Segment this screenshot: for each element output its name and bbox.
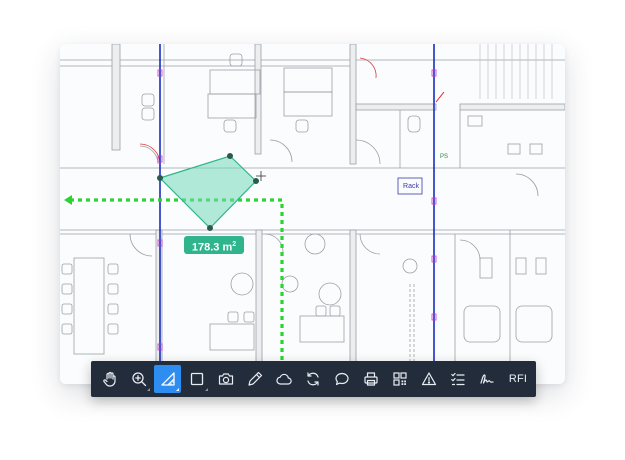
checklist-tool-button[interactable] <box>444 365 471 393</box>
area-value: 178.3 m <box>191 241 233 254</box>
rack-label: Rack <box>403 183 419 190</box>
qr-tool-button[interactable] <box>386 365 413 393</box>
qr-code-icon <box>392 372 407 386</box>
ruler-triangle-icon <box>160 372 175 386</box>
floor-plan-drawing[interactable] <box>60 44 565 384</box>
sync-tool-button[interactable] <box>299 365 326 393</box>
refresh-icon <box>306 372 319 386</box>
issue-tool-button[interactable] <box>415 365 442 393</box>
print-tool-button[interactable] <box>357 365 384 393</box>
submenu-indicator-icon <box>205 388 208 391</box>
speech-bubble-icon <box>334 372 349 386</box>
area-measurement-label[interactable]: 178.3 m2 <box>184 236 244 254</box>
cloud-tool-button[interactable] <box>270 365 297 393</box>
submenu-indicator-icon <box>176 388 179 391</box>
photo-tool-button[interactable] <box>212 365 239 393</box>
zoom-tool-button[interactable] <box>125 365 152 393</box>
zoom-in-icon <box>131 372 146 387</box>
printer-icon <box>363 372 378 386</box>
pencil-tool-button[interactable] <box>241 365 268 393</box>
comment-tool-button[interactable] <box>328 365 355 393</box>
pan-tool-button[interactable] <box>96 365 123 393</box>
checklist-icon <box>450 372 465 386</box>
cloud-icon <box>275 373 292 385</box>
markup-toolbar: RFI <box>91 361 536 397</box>
floor-plan-viewer[interactable]: 178.3 m2 Rack PS <box>60 44 565 384</box>
rfi-tool-button[interactable]: RFI <box>502 365 534 393</box>
rfi-label: RFI <box>508 373 528 385</box>
warning-triangle-icon <box>421 372 436 386</box>
camera-icon <box>218 373 233 385</box>
signature-icon <box>479 374 494 384</box>
measure-area-tool-button[interactable] <box>154 365 181 393</box>
submenu-indicator-icon <box>147 388 150 391</box>
signature-tool-button[interactable] <box>473 365 500 393</box>
square-icon <box>190 372 203 386</box>
pencil-icon <box>247 371 262 386</box>
ps-label: PS <box>440 154 449 160</box>
hand-icon <box>102 371 116 387</box>
area-unit-exponent: 2 <box>232 241 237 248</box>
rectangle-tool-button[interactable] <box>183 365 210 393</box>
